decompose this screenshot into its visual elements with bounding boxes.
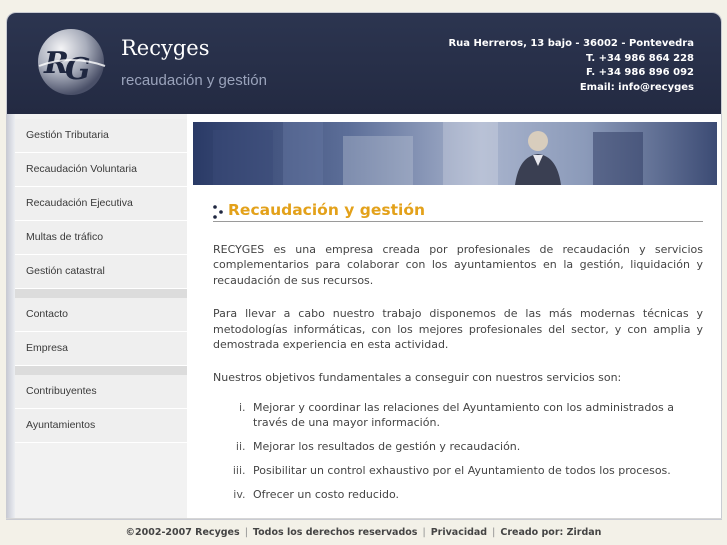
- sidebar-item-gestion-catastral[interactable]: Gestión catastral: [15, 255, 187, 289]
- page-title: Recaudación y gestión: [213, 201, 703, 222]
- credit-link[interactable]: Creado por: Zirdan: [500, 527, 601, 538]
- dots-bullet-icon: [213, 205, 224, 223]
- tagline: recaudación y gestión: [121, 72, 267, 89]
- rg-logo-icon[interactable]: R G: [35, 26, 107, 98]
- menu-separator: [15, 289, 187, 298]
- objectives-list: Mejorar y coordinar las relaciones del A…: [213, 400, 703, 502]
- copyright: ©2002-2007 Recyges: [125, 527, 240, 538]
- sidebar-item-gestion-tributaria[interactable]: Gestión Tributaria: [15, 119, 187, 153]
- svg-text:G: G: [65, 52, 91, 87]
- paragraph-intro: RECYGES es una empresa creada por profes…: [213, 243, 703, 287]
- list-item: Mejorar los resultados de gestión y reca…: [249, 439, 703, 454]
- sidebar-item-contacto[interactable]: Contacto: [15, 298, 187, 332]
- address: Rua Herreros, 13 bajo - 36002 - Ponteved…: [448, 38, 694, 49]
- page-title-text: Recaudación y gestión: [228, 201, 426, 219]
- brand-name: Recyges: [121, 36, 210, 60]
- paragraph-objectives: Nuestros objetivos fundamentales a conse…: [213, 371, 622, 385]
- footer: ©2002-2007 Recyges | Todos los derechos …: [125, 527, 602, 538]
- list-item: Ofrecer un costo reducido.: [249, 487, 703, 502]
- list-item: Mejorar y coordinar las relaciones del A…: [249, 400, 703, 430]
- menu-group-services: Gestión Tributaria Recaudación Voluntari…: [15, 119, 187, 443]
- divider: [6, 518, 722, 519]
- page-frame: R G Recyges recaudación y gestión Rua He…: [6, 12, 722, 520]
- paragraph-methods: Para llevar a cabo nuestro trabajo dispo…: [213, 307, 703, 352]
- list-item: Posibilitar un control exhaustivo por el…: [249, 463, 703, 478]
- sidebar-item-contribuyentes[interactable]: Contribuyentes: [15, 375, 187, 409]
- sidebar-item-recaudacion-ejecutiva[interactable]: Recaudación Ejecutiva: [15, 187, 187, 221]
- sidebar-item-multas-trafico[interactable]: Multas de tráfico: [15, 221, 187, 255]
- email[interactable]: Email: info@recyges: [448, 81, 694, 96]
- business-person-banner-icon: [193, 122, 717, 185]
- header: R G Recyges recaudación y gestión Rua He…: [7, 13, 721, 114]
- fax: F. +34 986 896 092: [585, 67, 694, 78]
- rights-text: Todos los derechos reservados: [252, 527, 418, 538]
- main-content: Recaudación y gestión RECYGES es una emp…: [213, 201, 703, 511]
- privacy-link[interactable]: Privacidad: [431, 527, 487, 538]
- sidebar-item-recaudacion-voluntaria[interactable]: Recaudación Voluntaria: [15, 153, 187, 187]
- phone: T. +34 986 864 228: [586, 52, 694, 64]
- sidebar-item-empresa[interactable]: Empresa: [15, 332, 187, 366]
- menu-separator: [15, 366, 187, 375]
- contact-info: Rua Herreros, 13 bajo - 36002 - Ponteved…: [448, 37, 694, 95]
- sidebar-edge: [7, 114, 15, 519]
- sidebar-item-ayuntamientos[interactable]: Ayuntamientos: [15, 409, 187, 443]
